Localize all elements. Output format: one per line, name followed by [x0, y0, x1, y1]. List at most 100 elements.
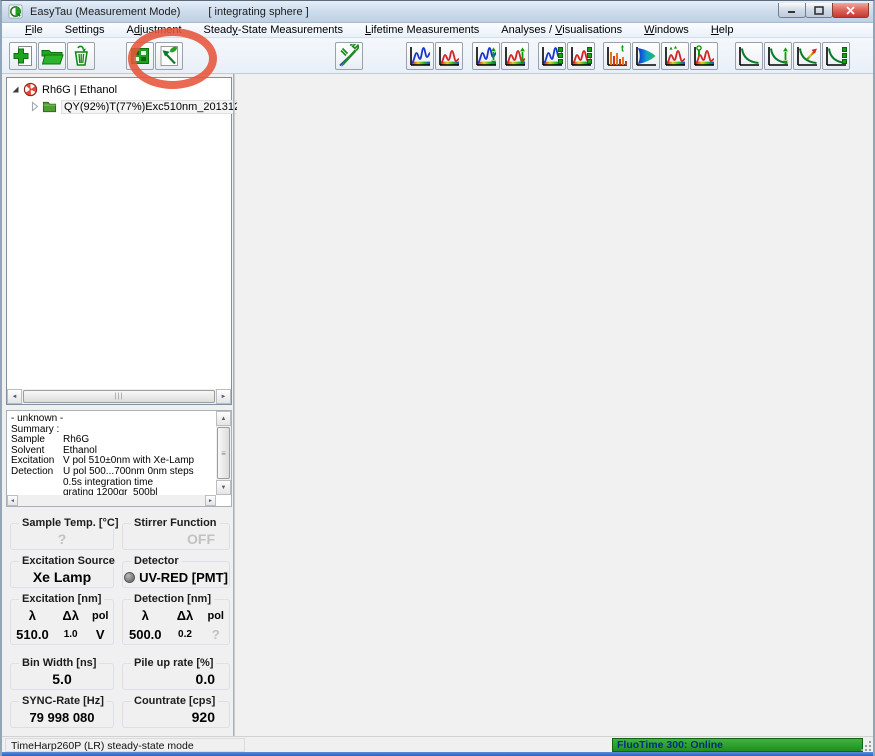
spectrum-blue-series-button[interactable]: [538, 42, 566, 70]
bin-width-label: Bin Width [ns]: [19, 657, 99, 669]
import-arrow-button[interactable]: [155, 42, 183, 70]
menu-item-analyses-visualisations[interactable]: Analyses / Visualisations: [490, 23, 633, 38]
tree-row-measurement[interactable]: QY(92%)T(77%)Exc510nm_20131219_1606: [7, 98, 231, 115]
detector-led-icon: [124, 572, 135, 583]
spectrum-red-icon: [437, 44, 461, 68]
sample-fan-icon: [23, 82, 38, 97]
new-measurement-icon: [11, 44, 35, 68]
toolbar-group: [9, 42, 96, 70]
scroll-down-arrow-icon[interactable]: ▼: [216, 480, 231, 495]
folder-icon: [42, 99, 57, 114]
spectrum-red-step-icon: [663, 44, 687, 68]
decay-series-icon: [824, 44, 848, 68]
sample-temp-group: Sample Temp. [°C] ?: [10, 523, 114, 550]
decay-button[interactable]: [735, 42, 763, 70]
spectrum-blue-button[interactable]: [406, 42, 434, 70]
menu-item-adjustment[interactable]: Adjustment: [116, 23, 193, 38]
summary-vertical-scrollbar[interactable]: ▲ ≡ ▼: [216, 411, 231, 495]
title-bar[interactable]: EasyTau (Measurement Mode) [ integrating…: [2, 1, 873, 23]
spectrum-red-step-button[interactable]: [661, 42, 689, 70]
pileup-group: Pile up rate [%] 0.0: [122, 663, 230, 690]
main-plot-area: [237, 74, 875, 736]
pileup-value: 0.0: [123, 669, 229, 689]
stirrer-value: OFF: [123, 529, 229, 549]
minimize-button[interactable]: [778, 3, 806, 18]
scroll-left-arrow-icon[interactable]: ◄: [7, 389, 22, 404]
spectrum-red-series-button[interactable]: [567, 42, 595, 70]
panel-divider[interactable]: [233, 74, 235, 736]
close-button[interactable]: [832, 3, 869, 18]
decay-series-button[interactable]: [822, 42, 850, 70]
open-folder-button[interactable]: [38, 42, 66, 70]
pol-header: pol: [202, 610, 229, 622]
decay-arrows-button[interactable]: [764, 42, 792, 70]
tcspc-histogram-button[interactable]: t: [603, 42, 631, 70]
spectrum-red-arrows-button[interactable]: [501, 42, 529, 70]
spectrum-blue-arrows-icon: [474, 44, 498, 68]
toolbar-group: [406, 42, 596, 70]
status-bar: TimeHarp260P (LR) steady-state mode Fluo…: [2, 736, 873, 753]
detection-pol-value: ?: [202, 627, 229, 642]
stirrer-label: Stirrer Function: [131, 517, 220, 529]
scroll-left-arrow-icon[interactable]: ◄: [7, 495, 18, 506]
tree-expanded-icon[interactable]: [10, 84, 21, 95]
spectrum-blue-arrows-button[interactable]: [472, 42, 500, 70]
tools-button[interactable]: [335, 42, 363, 70]
menu-item-settings[interactable]: Settings: [54, 23, 116, 38]
toolbar-group: t: [603, 42, 719, 70]
decay-arrows-icon: [766, 44, 790, 68]
new-measurement-button[interactable]: [9, 42, 37, 70]
detection-delta-value: 0.2: [168, 629, 203, 640]
bin-width-value: 5.0: [11, 669, 113, 689]
tres-contour-icon: [634, 44, 658, 68]
spectrum-blue-series-icon: [540, 44, 564, 68]
menu-item-steady-state-measurements[interactable]: Steady-State Measurements: [193, 23, 354, 38]
scroll-right-arrow-icon[interactable]: ►: [216, 389, 231, 404]
svg-text:t: t: [621, 44, 624, 54]
window-doc-title: [ integrating sphere ]: [208, 6, 308, 18]
detector-value: UV-RED [PMT]: [139, 570, 228, 585]
menu-item-file[interactable]: File: [14, 23, 54, 38]
summary-vscroll-thumb[interactable]: ≡: [217, 427, 230, 479]
tree-horizontal-scrollbar[interactable]: ◄ ||| ►: [7, 389, 231, 404]
menu-item-windows[interactable]: Windows: [633, 23, 700, 38]
lambda-header: λ: [11, 608, 54, 623]
batch-grid-button[interactable]: [126, 42, 154, 70]
scroll-up-arrow-icon[interactable]: ▲: [216, 411, 231, 426]
tree-collapsed-icon[interactable]: [29, 101, 40, 112]
resize-grip[interactable]: [860, 740, 872, 752]
measurement-tree[interactable]: Rh6G | Ethanol QY(92%)T(77%)Exc510nm_201…: [6, 77, 232, 405]
toolbar-group: [335, 42, 364, 70]
batch-grid-icon: [128, 44, 152, 68]
lambda-header: λ: [123, 608, 168, 623]
maximize-icon: [814, 6, 824, 15]
menu-item-lifetime-measurements[interactable]: Lifetime Measurements: [354, 23, 490, 38]
decay-rainbow-button[interactable]: [793, 42, 821, 70]
delete-button[interactable]: [67, 42, 95, 70]
menu-bar: FileSettingsAdjustmentSteady-State Measu…: [2, 23, 873, 38]
spectrum-red-arrows-icon: [503, 44, 527, 68]
window-title: EasyTau (Measurement Mode): [30, 6, 180, 18]
toolbar: t: [2, 38, 873, 74]
tres-contour-button[interactable]: [632, 42, 660, 70]
spectrum-red-button[interactable]: [435, 42, 463, 70]
pol-header: pol: [87, 610, 113, 622]
menu-item-help[interactable]: Help: [700, 23, 745, 38]
tree-hscroll-thumb[interactable]: |||: [23, 390, 215, 403]
sample-temp-label: Sample Temp. [°C]: [19, 517, 122, 529]
spectrum-red-temp-button[interactable]: [690, 42, 718, 70]
excitation-source-value: Xe Lamp: [11, 567, 113, 587]
stirrer-group: Stirrer Function OFF: [122, 523, 230, 550]
excitation-lambda-value: 510.0: [11, 627, 54, 642]
spectrum-red-temp-icon: [692, 44, 716, 68]
tree-row-root[interactable]: Rh6G | Ethanol: [7, 81, 231, 98]
countrate-value: 920: [123, 707, 229, 727]
decay-icon: [737, 44, 761, 68]
tcspc-histogram-icon: t: [605, 44, 629, 68]
summary-horizontal-scrollbar[interactable]: ◄ ►: [7, 495, 216, 506]
pileup-label: Pile up rate [%]: [131, 657, 216, 669]
scroll-right-arrow-icon[interactable]: ►: [205, 495, 216, 506]
maximize-button[interactable]: [805, 3, 833, 18]
tree-root-label[interactable]: Rh6G | Ethanol: [42, 84, 117, 96]
minimize-icon: [787, 7, 797, 14]
